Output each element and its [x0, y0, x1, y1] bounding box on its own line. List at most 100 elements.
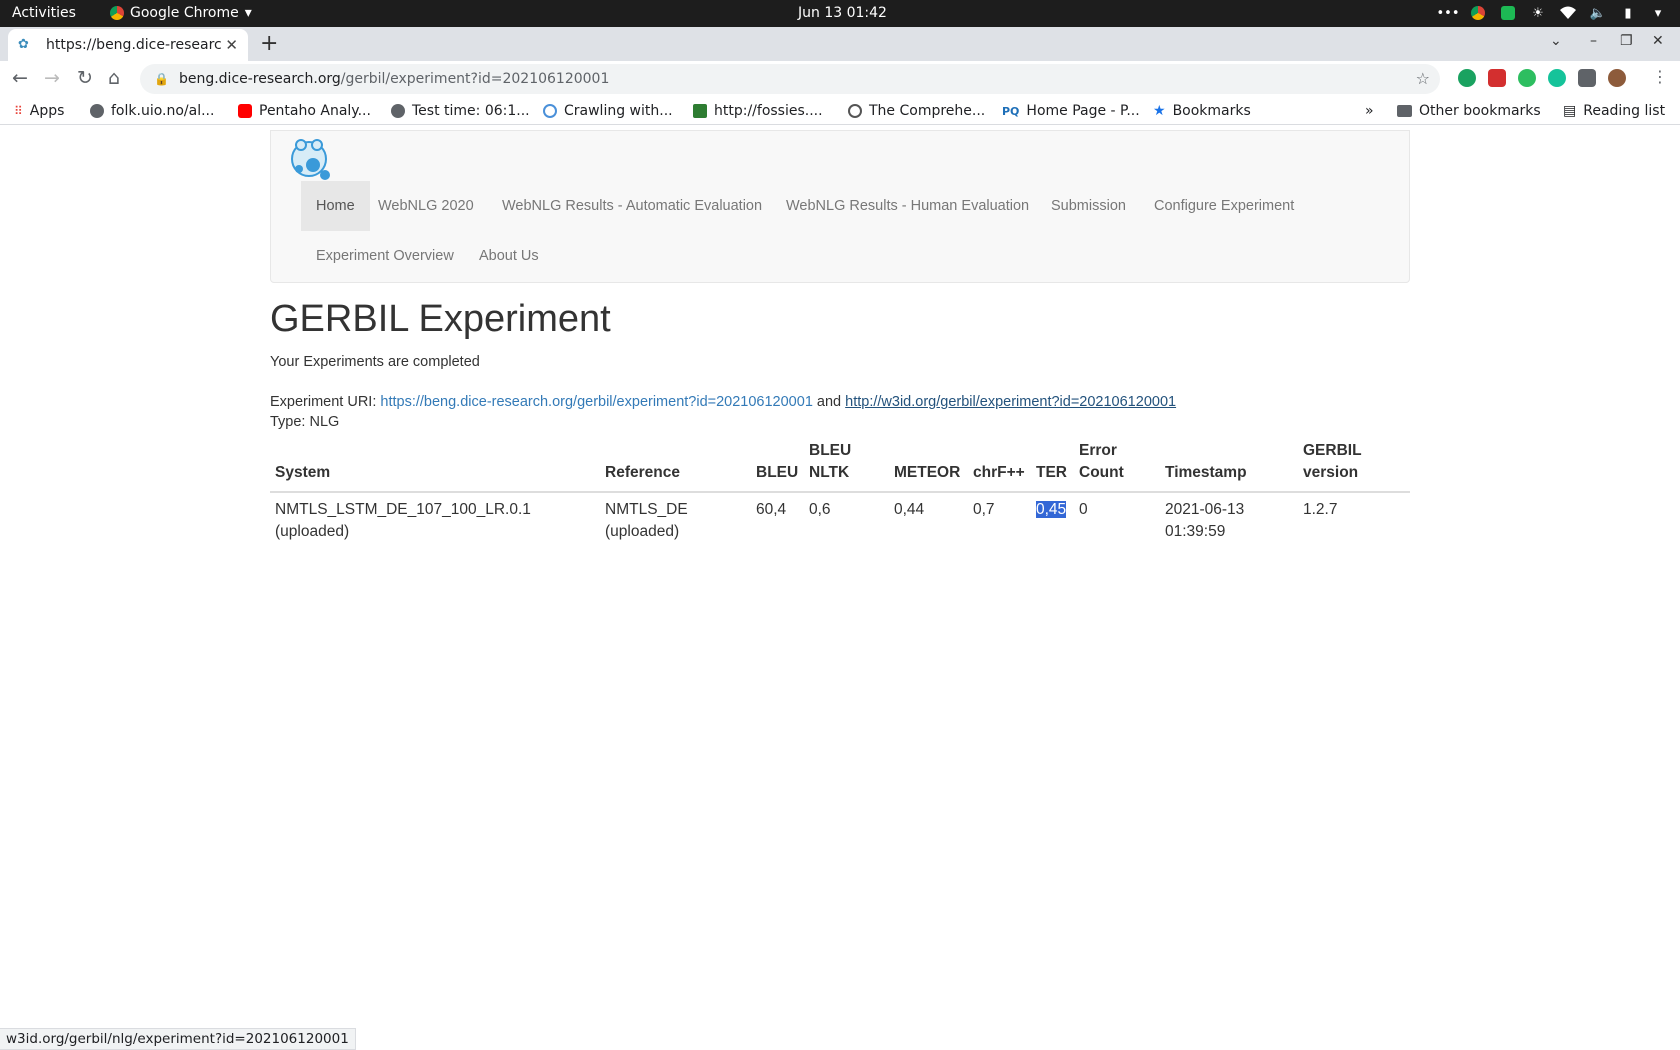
table-header-row: System Reference BLEU BLEU NLTK METEOR ch…: [270, 434, 1410, 493]
cell-bleu: 60,4: [756, 501, 787, 518]
reading-list-label: Reading list: [1583, 103, 1666, 119]
clock[interactable]: Jun 13 01:42: [798, 5, 887, 21]
spiral-icon: [543, 104, 557, 118]
lock-icon[interactable]: 🔒: [154, 72, 169, 86]
nav-home[interactable]: Home: [301, 181, 370, 231]
cell-line: 2021-06-13: [1165, 501, 1245, 518]
bookmark-fossies[interactable]: http://fossies....: [693, 103, 823, 119]
youtube-icon: [238, 104, 252, 118]
bookmark-label: Home Page - P...: [1026, 103, 1140, 119]
brightness-icon[interactable]: ☀: [1530, 5, 1546, 21]
bookmark-label: Crawling with...: [564, 103, 673, 119]
table-row: NMTLS_LSTM_DE_107_100_LR.0.1 (uploaded) N…: [270, 492, 1410, 549]
reading-list[interactable]: ▤ Reading list: [1563, 103, 1665, 119]
header-line: version: [1303, 464, 1359, 481]
globe-icon: [391, 104, 405, 118]
volume-icon[interactable]: 🔈: [1590, 5, 1606, 21]
web-page: Home WebNLG 2020 WebNLG Results - Automa…: [0, 130, 1680, 1030]
bookmark-pentaho[interactable]: Pentaho Analy...: [238, 103, 371, 119]
wifi-icon[interactable]: [1560, 5, 1576, 21]
bookmark-test-time[interactable]: Test time: 06:1...: [391, 103, 530, 119]
nav-about-us[interactable]: About Us: [464, 231, 554, 281]
nav-configure-experiment[interactable]: Configure Experiment: [1139, 181, 1309, 231]
restore-icon[interactable]: ❐: [1620, 33, 1633, 49]
close-window-icon[interactable]: ✕: [1652, 33, 1664, 49]
browser-tab[interactable]: ✿ https://beng.dice-researc ✕: [8, 29, 248, 61]
minimize-icon[interactable]: –: [1590, 33, 1597, 49]
grammarly-icon[interactable]: [1548, 69, 1566, 87]
other-bookmarks[interactable]: Other bookmarks: [1397, 103, 1541, 119]
chrome-tray-icon[interactable]: [1470, 5, 1486, 21]
power-menu-icon[interactable]: ▾: [1650, 5, 1666, 21]
cell-error-count: 0: [1079, 501, 1088, 518]
cell-gerbil-version: 1.2.7: [1303, 501, 1338, 518]
forward-icon[interactable]: →: [44, 67, 60, 89]
extensions-puzzle-icon[interactable]: [1578, 69, 1596, 87]
nav-webnlg-2020[interactable]: WebNLG 2020: [363, 181, 489, 231]
bookmark-folk-uio[interactable]: folk.uio.no/al...: [90, 103, 214, 119]
cell-line: NMTLS_LSTM_DE_107_100_LR.0.1: [275, 501, 531, 518]
bookmark-label: Apps: [29, 103, 65, 119]
bookmark-star-icon[interactable]: ☆: [1416, 69, 1430, 88]
gerbil-favicon-icon: ✿: [18, 37, 29, 52]
url-host: beng.dice-research.org: [178, 71, 341, 87]
cell-bleu-nltk: 0,6: [809, 501, 831, 518]
app-menu[interactable]: Google Chrome ▾: [110, 5, 252, 21]
selected-text[interactable]: 0,45: [1036, 501, 1067, 518]
extension-red-icon[interactable]: [1488, 69, 1506, 87]
fresh-icon: [693, 104, 707, 118]
evernote-icon[interactable]: [1518, 69, 1536, 87]
reload-icon[interactable]: ↻: [77, 67, 93, 89]
chrome-menu-icon[interactable]: ⋮: [1652, 67, 1668, 86]
experiment-uri-link[interactable]: https://beng.dice-research.org/gerbil/ex…: [380, 394, 812, 410]
caret-down-icon: ▾: [244, 5, 252, 21]
activities-button[interactable]: Activities: [12, 5, 76, 21]
gerbil-logo[interactable]: [287, 135, 333, 181]
bookmark-comprehensive[interactable]: The Comprehe...: [848, 103, 985, 119]
bookmark-crawling[interactable]: Crawling with...: [543, 103, 673, 119]
bookmark-home-page[interactable]: PQ Home Page - P...: [1002, 103, 1140, 119]
experiment-status: Your Experiments are completed: [270, 354, 480, 370]
cell-system: NMTLS_LSTM_DE_107_100_LR.0.1 (uploaded): [270, 492, 600, 549]
nav-submission[interactable]: Submission: [1036, 181, 1141, 231]
new-tab-button[interactable]: +: [260, 31, 278, 56]
bookmark-label: folk.uio.no/al...: [111, 103, 215, 119]
nav-webnlg-automatic[interactable]: WebNLG Results - Automatic Evaluation: [487, 181, 777, 231]
results-table: System Reference BLEU BLEU NLTK METEOR ch…: [270, 434, 1410, 549]
bookmark-label: The Comprehe...: [869, 103, 986, 119]
bookmarks-overflow-icon[interactable]: »: [1365, 103, 1374, 119]
extension-green-icon[interactable]: [1458, 69, 1476, 87]
cell-reference: NMTLS_DE (uploaded): [600, 492, 751, 549]
experiment-uri: Experiment URI: https://beng.dice-resear…: [270, 394, 1176, 410]
cell-line: 01:39:59: [1165, 523, 1226, 540]
tab-title: https://beng.dice-researc: [46, 37, 222, 53]
bookmark-label: Bookmarks: [1172, 103, 1251, 119]
battery-icon[interactable]: ▮: [1620, 5, 1636, 21]
close-tab-icon[interactable]: ✕: [225, 36, 238, 54]
back-icon[interactable]: ←: [12, 67, 28, 89]
reading-list-icon: ▤: [1563, 103, 1577, 119]
nav-webnlg-human[interactable]: WebNLG Results - Human Evaluation: [771, 181, 1044, 231]
bookmark-bookmarks[interactable]: ★ Bookmarks: [1153, 103, 1251, 119]
bookmark-apps[interactable]: ⠿ Apps: [14, 103, 64, 119]
nav-experiment-overview[interactable]: Experiment Overview: [301, 231, 469, 281]
uri-and: and: [816, 394, 842, 410]
more-icon[interactable]: •••: [1437, 5, 1460, 21]
profile-avatar[interactable]: [1608, 69, 1626, 87]
header-line: Error: [1079, 442, 1117, 459]
header-error-count: Error Count: [1074, 434, 1160, 493]
browser-toolbar: ← → ↻ ⌂ 🔒 beng.dice-research.org/gerbil/…: [0, 61, 1680, 97]
system-tray[interactable]: ••• ☀ 🔈 ▮ ▾: [1437, 5, 1666, 21]
sync-icon[interactable]: [1500, 5, 1516, 21]
cell-line: (uploaded): [605, 523, 680, 540]
url-path: /gerbil/experiment?id=202106120001: [340, 71, 610, 87]
w3id-uri-link[interactable]: http://w3id.org/gerbil/experiment?id=202…: [845, 394, 1176, 410]
cell-ter: 0,45: [1031, 492, 1074, 549]
header-ter: TER: [1031, 434, 1074, 493]
tab-search-icon[interactable]: ⌄: [1550, 33, 1562, 49]
address-bar[interactable]: 🔒 beng.dice-research.org/gerbil/experime…: [140, 64, 1440, 94]
home-icon[interactable]: ⌂: [108, 67, 120, 89]
chrome-icon: [110, 6, 124, 20]
tab-strip: ✿ https://beng.dice-researc ✕ + ⌄ – ❐ ✕: [0, 27, 1680, 61]
globe-icon: [90, 104, 104, 118]
